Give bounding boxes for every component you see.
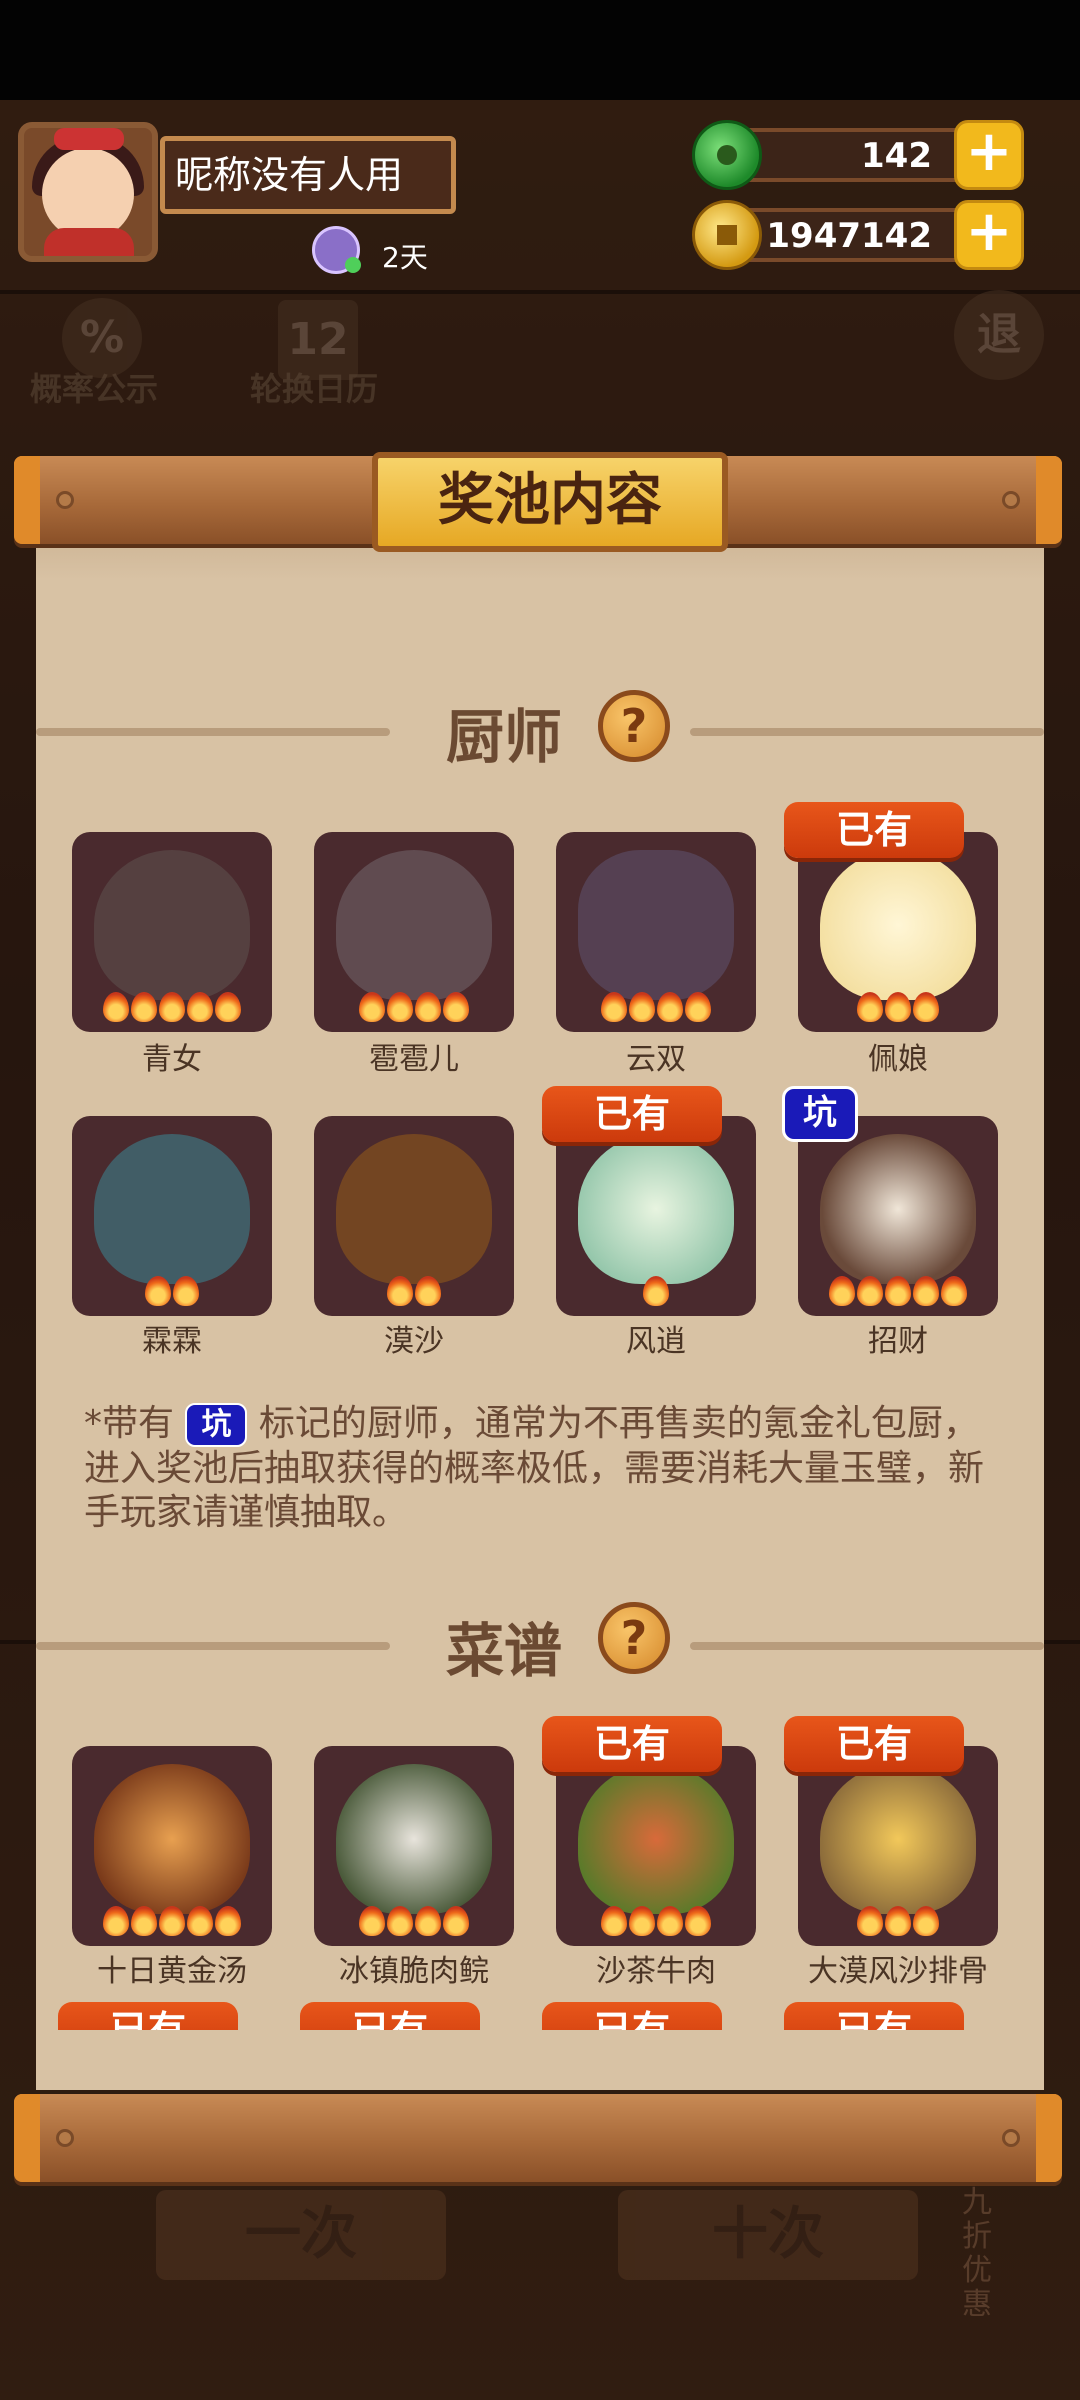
single-draw-button[interactable]: 一次 (156, 2190, 446, 2280)
chef-help-button[interactable]: ? (598, 690, 670, 762)
divider (690, 728, 1044, 736)
recipe-name: 冰镇脆肉鲩 (339, 1954, 489, 1989)
chef-card-fengxiao[interactable] (556, 1116, 756, 1316)
owned-badge-partial: 已有 (58, 2002, 238, 2030)
divider (690, 1642, 1044, 1650)
jade-icon (692, 120, 762, 190)
jade-currency: 142 + (692, 120, 1024, 190)
companion-avatar-icon (312, 226, 361, 274)
chef-card-linlin[interactable] (72, 1116, 272, 1316)
bottom-scroll-bar (14, 2094, 1062, 2182)
add-jade-button[interactable]: + (954, 120, 1024, 190)
chef-name: 风逍 (626, 1324, 686, 1359)
pit-note: *带有 坑 标记的厨师，通常为不再售卖的氪金礼包厨，进入奖池后抽取获得的概率极低… (84, 1402, 1004, 1535)
recipe-card-desert-ribs[interactable] (798, 1746, 998, 1946)
recipe-card-iced-fish[interactable] (314, 1746, 514, 1946)
coin-value: 1947142 (766, 216, 932, 256)
chef-section-title: 厨师 (446, 703, 563, 771)
coin-icon (692, 200, 762, 270)
owned-badge: 已有 (784, 1716, 964, 1772)
note-prefix: *带有 (84, 1403, 175, 1444)
owned-badge-partial: 已有 (784, 2002, 964, 2030)
chef-name: 漠沙 (384, 1324, 444, 1359)
recipe-help-button[interactable]: ? (598, 1602, 670, 1674)
modal-title: 奖池内容 (372, 452, 728, 552)
owned-badge: 已有 (784, 802, 964, 858)
recipe-card-satay-beef[interactable] (556, 1746, 756, 1946)
divider (36, 728, 390, 736)
discount-tag: 九折优惠 (962, 2185, 992, 2322)
recipe-name: 沙茶牛肉 (596, 1954, 716, 1989)
recipe-card-golden-soup[interactable] (72, 1746, 272, 1946)
owned-badge: 已有 (542, 1716, 722, 1772)
add-coin-button[interactable]: + (954, 200, 1024, 270)
chef-name: 招财 (868, 1324, 928, 1359)
recipe-name: 大漠风沙排骨 (808, 1954, 988, 1989)
nickname-field[interactable]: 昵称没有人用 (160, 136, 456, 214)
chef-name: 云双 (626, 1042, 686, 1077)
chef-card-yunshuang[interactable] (556, 832, 756, 1032)
owned-badge: 已有 (542, 1086, 722, 1142)
chef-card-peiniang[interactable] (798, 832, 998, 1032)
ten-draw-button[interactable]: 十次 (618, 2190, 918, 2280)
chef-name: 青女 (142, 1042, 202, 1077)
owned-badge-partial: 已有 (300, 2002, 480, 2030)
chef-card-mosha[interactable] (314, 1116, 514, 1316)
chef-card-zhaocai[interactable] (798, 1116, 998, 1316)
coin-currency: 1947142 + (692, 200, 1024, 270)
recipe-name: 十日黄金汤 (97, 1954, 247, 1989)
owned-badge-partial: 已有 (542, 2002, 722, 2030)
jade-value: 142 (861, 136, 932, 176)
chef-card-baobaoer[interactable] (314, 832, 514, 1032)
chef-name: 霖霖 (142, 1324, 202, 1359)
recipe-section-title: 菜谱 (446, 1617, 563, 1685)
login-days: 2天 (382, 241, 428, 274)
pit-badge-inline: 坑 (185, 1403, 248, 1447)
chef-card-qingnv[interactable] (72, 832, 272, 1032)
chef-name: 雹雹儿 (369, 1042, 459, 1077)
player-avatar[interactable] (18, 122, 158, 262)
divider (36, 1642, 390, 1650)
pit-badge: 坑 (782, 1086, 858, 1142)
chef-name: 佩娘 (868, 1042, 928, 1077)
